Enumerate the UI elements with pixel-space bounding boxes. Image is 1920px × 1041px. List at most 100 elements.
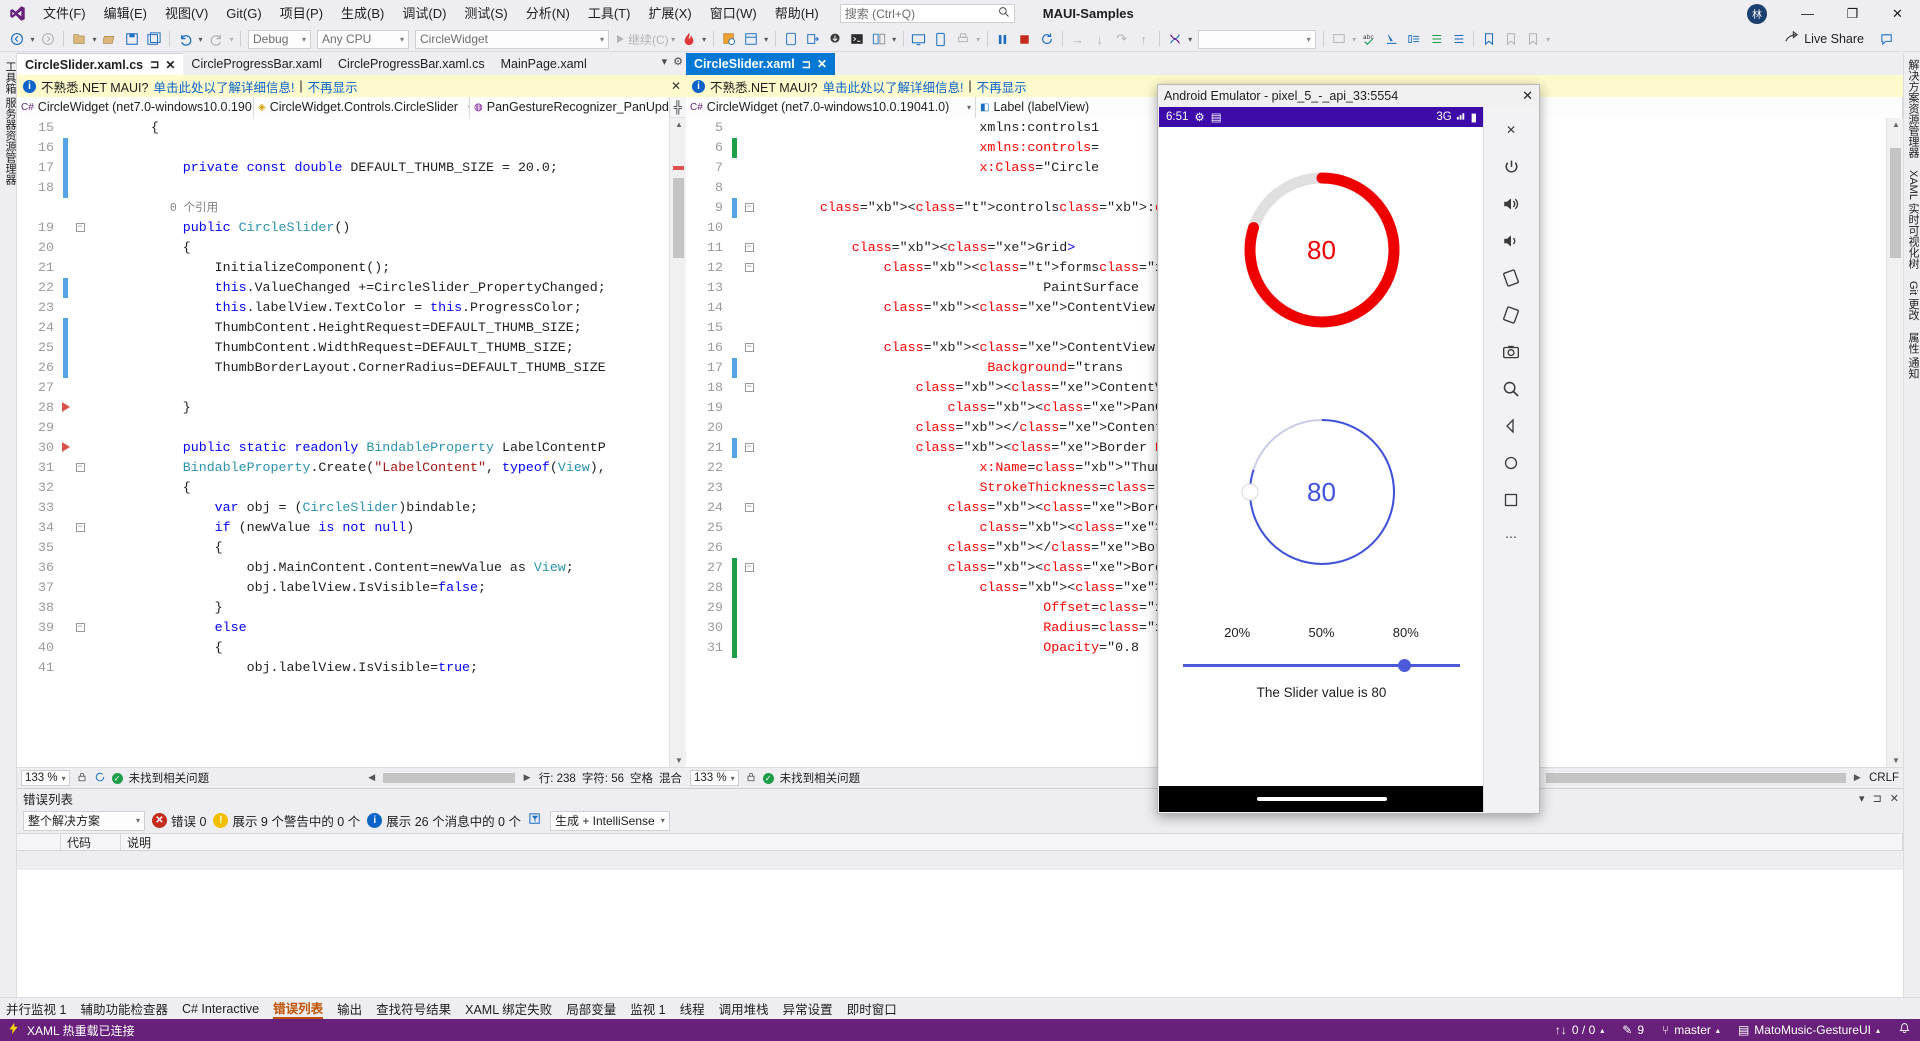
menu-edit[interactable]: 编辑(E) [95, 1, 156, 27]
warnings-filter[interactable]: ! 展示 9 个警告中的 0 个 [213, 811, 360, 830]
code-line[interactable]: 39− else [17, 618, 686, 638]
spellcheck-icon[interactable]: abc [1359, 28, 1381, 50]
layout-dropdown-icon[interactable]: ▾ [762, 28, 771, 50]
save-all-icon[interactable] [143, 28, 165, 50]
camera-icon[interactable] [1490, 335, 1532, 369]
feedback-icon[interactable] [1876, 28, 1898, 50]
scroll-right-icon[interactable]: ► [521, 772, 532, 784]
line-gutter[interactable] [730, 618, 742, 638]
info-link[interactable]: 单击此处以了解详细信息! [822, 77, 963, 96]
menu-tools[interactable]: 工具(T) [579, 1, 640, 27]
build-filter-combo[interactable]: 生成 + IntelliSense▾ [550, 811, 670, 831]
line-gutter[interactable] [730, 318, 742, 338]
fold-toggle[interactable]: − [73, 518, 87, 538]
code-line[interactable]: 28 } [17, 398, 686, 418]
line-gutter[interactable] [61, 478, 73, 498]
line-gutter[interactable] [730, 518, 742, 538]
compare-icon[interactable] [868, 28, 890, 50]
line-gutter[interactable] [730, 298, 742, 318]
line-gutter[interactable] [730, 598, 742, 618]
line-gutter[interactable] [61, 318, 73, 338]
hot-reload-dropdown-icon[interactable]: ▾ [700, 28, 709, 50]
thread-icon[interactable] [1164, 28, 1186, 50]
new-project-icon[interactable] [68, 28, 90, 50]
right-scroll-thumb[interactable] [1890, 148, 1901, 258]
line-gutter[interactable] [61, 258, 73, 278]
line-gutter[interactable] [730, 458, 742, 478]
minimize-button[interactable]: — [1785, 0, 1830, 27]
back-dropdown-icon[interactable]: ▾ [28, 28, 37, 50]
line-gutter[interactable] [730, 358, 742, 378]
menu-help[interactable]: 帮助(H) [766, 1, 828, 27]
errors-filter[interactable]: ✕ 错误 0 [152, 811, 206, 830]
line-gutter[interactable] [730, 578, 742, 598]
line-gutter[interactable] [61, 278, 73, 298]
right-dock-rail[interactable]: 解决方案资源管理器 XAML 实时可视化树 Git 更改 属性 通知 [1903, 53, 1920, 997]
tab-circleprogressbar-xaml-cs[interactable]: CircleProgressBar.xaml.cs [330, 53, 493, 75]
scroll-down-icon[interactable]: ▼ [1892, 756, 1900, 765]
git-branch[interactable]: ⑂ master ▴ [1653, 1019, 1729, 1041]
info-dismiss-link[interactable]: 不再显示 [308, 77, 358, 96]
menu-view[interactable]: 视图(V) [156, 1, 217, 27]
pin-icon[interactable]: ⊐ [150, 58, 159, 71]
col-description[interactable]: 说明 [121, 833, 1903, 851]
code-line[interactable]: 18 [17, 178, 686, 198]
undo-dropdown-icon[interactable]: ▾ [196, 28, 205, 50]
code-line[interactable]: 16 [17, 138, 686, 158]
refresh-device-icon[interactable] [780, 28, 802, 50]
tab-circleprogressbar-xaml[interactable]: CircleProgressBar.xaml [183, 53, 330, 75]
code-line[interactable]: 31− BindableProperty.Create("LabelConten… [17, 458, 686, 478]
tab-list-icon[interactable]: ▾ [662, 55, 668, 68]
power-icon[interactable] [1490, 150, 1532, 184]
error-list-body[interactable] [17, 870, 1903, 997]
pause-icon[interactable] [992, 28, 1014, 50]
restart-icon[interactable] [1036, 28, 1058, 50]
line-gutter[interactable] [730, 398, 742, 418]
code-line[interactable]: 34− if (newValue is not null) [17, 518, 686, 538]
line-gutter[interactable] [61, 658, 73, 678]
line-gutter[interactable] [61, 398, 73, 418]
search-input[interactable]: 搜索 (Ctrl+Q) [840, 4, 1015, 23]
pin-icon[interactable]: ⊐ [802, 58, 811, 71]
home-icon[interactable] [1490, 446, 1532, 480]
scroll-left-icon[interactable]: ◄ [366, 772, 377, 784]
bottom-tab-并行监视-1[interactable]: 并行监视 1 [6, 999, 66, 1018]
menu-project[interactable]: 项目(P) [271, 1, 332, 27]
line-gutter[interactable] [730, 558, 742, 578]
scroll-up-icon[interactable]: ▲ [1892, 120, 1900, 129]
line-gutter[interactable] [61, 218, 73, 238]
bottom-tab-XAML-绑定失败[interactable]: XAML 绑定失败 [465, 999, 552, 1018]
select-icon[interactable] [1381, 28, 1403, 50]
left-scroll-thumb[interactable] [673, 178, 684, 258]
device-icon[interactable] [930, 28, 952, 50]
right-rail-label-xaml-tree[interactable]: XAML 实时可视化树 [1904, 164, 1920, 275]
code-line[interactable]: 29 [17, 418, 686, 438]
back-icon[interactable] [1490, 409, 1532, 443]
run-play-icon[interactable] [612, 28, 628, 50]
emulator-close-icon[interactable]: ✕ [1522, 88, 1533, 104]
code-line[interactable]: 20 { [17, 238, 686, 258]
line-gutter[interactable] [730, 638, 742, 658]
line-gutter[interactable] [61, 578, 73, 598]
info-link[interactable]: 单击此处以了解详细信息! [153, 77, 294, 96]
line-gutter[interactable] [61, 118, 73, 138]
bottom-tab-监视-1[interactable]: 监视 1 [630, 999, 665, 1018]
zoom-icon[interactable] [1490, 372, 1532, 406]
code-line[interactable]: 24 ThumbContent.HeightRequest=DEFAULT_TH… [17, 318, 686, 338]
line-gutter[interactable] [730, 538, 742, 558]
messages-filter[interactable]: i 展示 26 个消息中的 0 个 [367, 811, 521, 830]
right-vertical-scrollbar[interactable]: ▲ ▼ [1886, 118, 1903, 767]
fold-toggle[interactable]: − [73, 458, 87, 478]
dropdown-icon[interactable]: ▾ [1859, 792, 1865, 805]
undo-icon[interactable] [174, 28, 196, 50]
line-gutter[interactable] [61, 178, 73, 198]
fold-toggle[interactable]: − [742, 498, 756, 518]
line-gutter[interactable] [730, 378, 742, 398]
code-line[interactable]: 25 ThumbContent.WidthRequest=DEFAULT_THU… [17, 338, 686, 358]
nav-type-combo[interactable]: ◈ CircleWidget.Controls.CircleSlider ▾ [254, 97, 470, 118]
live-share-button[interactable]: Live Share [1784, 30, 1864, 48]
volume-down-icon[interactable] [1490, 224, 1532, 258]
left-lock-icon[interactable] [76, 771, 88, 786]
pin-icon[interactable]: ⊐ [1873, 792, 1882, 805]
bottom-tab-C#-Interactive[interactable]: C# Interactive [182, 1002, 259, 1016]
